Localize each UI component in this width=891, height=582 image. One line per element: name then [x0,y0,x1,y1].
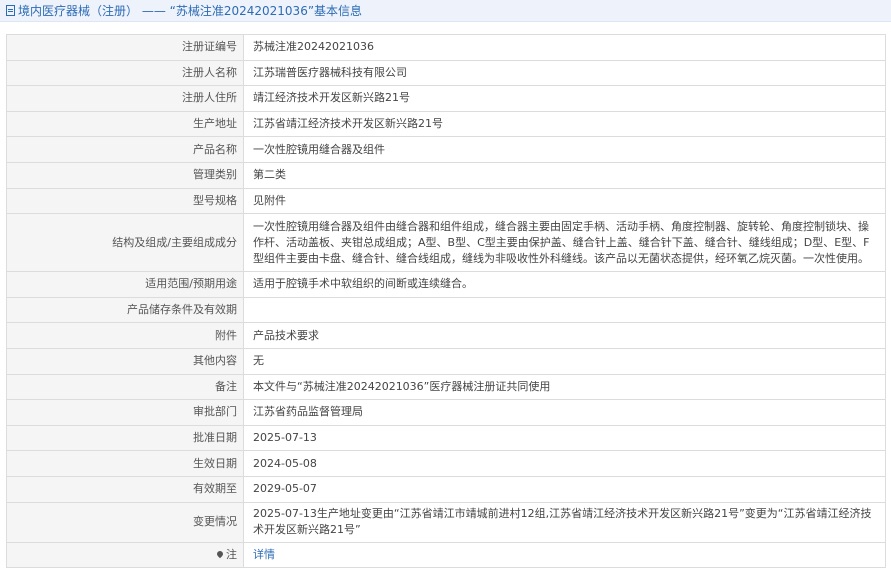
row-value: 2025-07-13 [243,424,886,452]
pin-icon [215,549,225,559]
table-row: 适用范围/预期用途 适用于腔镜手术中软组织的间断或连续缝合。 [6,271,886,298]
details-link[interactable]: 详情 [253,548,275,561]
row-label: 备注 [6,373,244,401]
row-value: 2025-07-13生产地址变更由“江苏省靖江市靖城前进村12组,江苏省靖江经济… [243,501,886,543]
row-value: 第二类 [243,161,886,189]
row-value: 产品技术要求 [243,322,886,349]
row-label: 审批部门 [6,399,244,426]
row-value: 江苏省药品监督管理局 [243,399,886,426]
row-label: 注册人名称 [6,59,244,87]
table-row: 结构及组成/主要组成成分 一次性腔镜用缝合器及组件由缝合器和组件组成，缝合器主要… [6,213,886,273]
row-value: 江苏省靖江经济技术开发区新兴路21号 [243,110,886,138]
table-row: 管理类别 第二类 [6,161,886,189]
row-value: 江苏瑞普医疗器械科技有限公司 [243,59,886,87]
row-label: 型号规格 [6,187,244,215]
table-row: 产品名称 一次性腔镜用缝合器及组件 [6,136,886,163]
row-label: 有效期至 [6,475,244,503]
table-row: 有效期至 2029-05-07 [6,475,886,503]
row-label: 结构及组成/主要组成成分 [6,213,244,273]
table-row: 注册人住所 靖江经济技术开发区新兴路21号 [6,85,886,112]
row-label: 批准日期 [6,424,244,452]
row-label: 产品储存条件及有效期 [6,296,244,324]
table-row: 其他内容 无 [6,347,886,375]
row-value [243,296,886,324]
row-label: 生产地址 [6,110,244,138]
row-value: 2024-05-08 [243,450,886,477]
table-row: 生产地址 江苏省靖江经济技术开发区新兴路21号 [6,110,886,138]
row-value: 2029-05-07 [243,475,886,503]
note-value: 详情 [243,541,886,569]
row-value: 一次性腔镜用缝合器及组件 [243,136,886,163]
row-label: 生效日期 [6,450,244,477]
table-row: 批准日期 2025-07-13 [6,424,886,452]
note-label-text: 注 [226,547,237,561]
table-row: 生效日期 2024-05-08 [6,450,886,477]
row-value: 一次性腔镜用缝合器及组件由缝合器和组件组成，缝合器主要由固定手柄、活动手柄、角度… [243,213,886,273]
table-row-note: 注 详情 [6,541,886,569]
row-value: 见附件 [243,187,886,215]
table-row: 附件 产品技术要求 [6,322,886,349]
page-title-text: 境内医疗器械（注册） —— “苏械注准20242021036”基本信息 [18,4,363,18]
row-label: 注册证编号 [6,34,244,61]
row-label: 其他内容 [6,347,244,375]
table-row: 注册证编号 苏械注准20242021036 [6,34,886,61]
table-row: 审批部门 江苏省药品监督管理局 [6,399,886,426]
row-label: 管理类别 [6,161,244,189]
table-row: 注册人名称 江苏瑞普医疗器械科技有限公司 [6,59,886,87]
row-value: 无 [243,347,886,375]
table-row: 型号规格 见附件 [6,187,886,215]
note-label: 注 [6,541,244,569]
table-row: 产品储存条件及有效期 [6,296,886,324]
info-table: 注册证编号 苏械注准20242021036 注册人名称 江苏瑞普医疗器械科技有限… [6,34,886,569]
page-title: 境内医疗器械（注册） —— “苏械注准20242021036”基本信息 [0,0,891,22]
row-value: 适用于腔镜手术中软组织的间断或连续缝合。 [243,271,886,298]
row-value: 本文件与“苏械注准20242021036”医疗器械注册证共同使用 [243,373,886,401]
row-label: 附件 [6,322,244,349]
row-value: 靖江经济技术开发区新兴路21号 [243,85,886,112]
row-label: 适用范围/预期用途 [6,271,244,298]
row-label: 产品名称 [6,136,244,163]
table-row: 备注 本文件与“苏械注准20242021036”医疗器械注册证共同使用 [6,373,886,401]
row-label: 注册人住所 [6,85,244,112]
document-icon [6,5,15,16]
row-label: 变更情况 [6,501,244,543]
table-row: 变更情况 2025-07-13生产地址变更由“江苏省靖江市靖城前进村12组,江苏… [6,501,886,543]
row-value: 苏械注准20242021036 [243,34,886,61]
